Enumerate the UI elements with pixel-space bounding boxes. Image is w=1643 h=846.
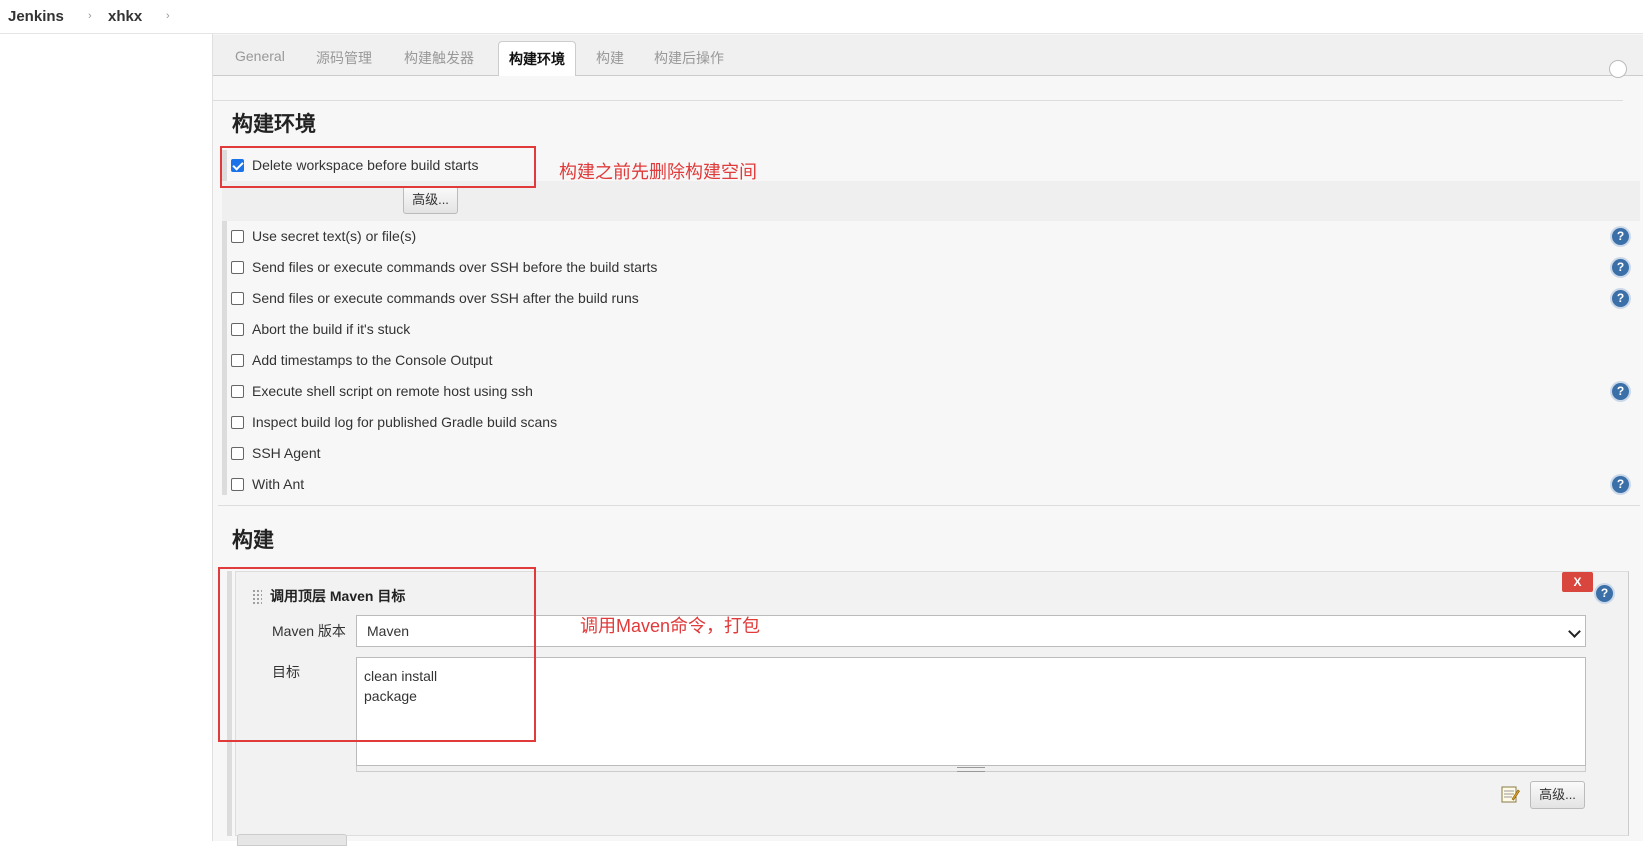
section-title-build: 构建 bbox=[232, 529, 274, 552]
help-icon[interactable]: ? bbox=[1612, 259, 1629, 276]
option-label: Abort the build if it's stuck bbox=[252, 321, 411, 337]
checkbox[interactable] bbox=[231, 260, 244, 274]
help-icon[interactable]: ? bbox=[1612, 290, 1629, 307]
config-tabs: General 源码管理 构建触发器 构建环境 构建 构建后操作 bbox=[213, 35, 1643, 77]
advanced-button[interactable]: 高级... bbox=[1530, 781, 1585, 809]
tab-general[interactable]: General bbox=[235, 48, 285, 64]
option-ssh-agent[interactable]: SSH Agent bbox=[231, 443, 321, 463]
annotation-box-maven bbox=[218, 567, 536, 742]
checkbox[interactable] bbox=[231, 322, 244, 336]
checkbox[interactable] bbox=[231, 415, 244, 429]
option-label: Execute shell script on remote host usin… bbox=[252, 383, 533, 399]
annotation-box-delete-workspace bbox=[220, 146, 536, 188]
breadcrumb-jenkins[interactable]: Jenkins bbox=[8, 8, 64, 25]
checkbox[interactable] bbox=[231, 477, 244, 491]
tab-triggers[interactable]: 构建触发器 bbox=[404, 48, 474, 68]
breadcrumb-job[interactable]: xhkx bbox=[108, 8, 142, 25]
help-icon[interactable] bbox=[1609, 60, 1627, 78]
help-icon[interactable]: ? bbox=[1612, 476, 1629, 493]
annotation-delete-workspace: 构建之前先删除构建空间 bbox=[559, 162, 757, 182]
option-gradle-scans[interactable]: Inspect build log for published Gradle b… bbox=[231, 412, 557, 432]
goals-textarea[interactable]: clean install package bbox=[356, 657, 1586, 766]
checkbox[interactable] bbox=[231, 446, 244, 460]
section-divider bbox=[218, 505, 1640, 506]
option-label: SSH Agent bbox=[252, 445, 321, 461]
add-build-step-button[interactable] bbox=[237, 834, 347, 846]
breadcrumb-separator-icon: › bbox=[88, 10, 92, 22]
maven-version-select[interactable]: Maven bbox=[356, 615, 1586, 647]
option-secret-text[interactable]: Use secret text(s) or file(s) bbox=[231, 226, 416, 246]
previous-section-tail bbox=[213, 76, 1623, 101]
help-icon[interactable]: ? bbox=[1612, 383, 1629, 400]
option-label: Add timestamps to the Console Output bbox=[252, 352, 493, 368]
notepad-icon[interactable] bbox=[1500, 784, 1520, 804]
breadcrumb: Jenkins › xhkx › bbox=[0, 0, 1643, 34]
tab-post-build[interactable]: 构建后操作 bbox=[654, 48, 724, 68]
tab-build-environment[interactable]: 构建环境 bbox=[498, 41, 576, 77]
annotation-maven: 调用Maven命令，打包 bbox=[580, 616, 761, 636]
option-remote-shell[interactable]: Execute shell script on remote host usin… bbox=[231, 381, 533, 401]
help-icon[interactable]: ? bbox=[1596, 585, 1613, 602]
advanced-button[interactable]: 高级... bbox=[403, 186, 458, 214]
checkbox[interactable] bbox=[231, 291, 244, 305]
option-ssh-before[interactable]: Send files or execute commands over SSH … bbox=[231, 257, 657, 277]
option-label: Use secret text(s) or file(s) bbox=[252, 228, 417, 244]
checkbox[interactable] bbox=[231, 229, 244, 243]
option-timestamps[interactable]: Add timestamps to the Console Output bbox=[231, 350, 492, 370]
option-label: Send files or execute commands over SSH … bbox=[252, 259, 658, 275]
breadcrumb-separator-icon[interactable]: › bbox=[166, 10, 170, 22]
option-label: Send files or execute commands over SSH … bbox=[252, 290, 639, 306]
chevron-down-icon bbox=[1568, 625, 1581, 638]
option-with-ant[interactable]: With Ant bbox=[231, 474, 304, 494]
section-title-build-env: 构建环境 bbox=[232, 113, 316, 136]
checkbox[interactable] bbox=[231, 353, 244, 367]
tab-build[interactable]: 构建 bbox=[596, 48, 624, 68]
tab-scm[interactable]: 源码管理 bbox=[316, 48, 372, 68]
delete-step-button[interactable]: X bbox=[1562, 572, 1593, 592]
checkbox[interactable] bbox=[231, 384, 244, 398]
option-ssh-after[interactable]: Send files or execute commands over SSH … bbox=[231, 288, 639, 308]
textarea-resize-bar[interactable] bbox=[356, 766, 1586, 772]
help-icon[interactable]: ? bbox=[1612, 228, 1629, 245]
option-label: Inspect build log for published Gradle b… bbox=[252, 414, 558, 430]
option-abort-stuck[interactable]: Abort the build if it's stuck bbox=[231, 319, 410, 339]
option-label: With Ant bbox=[252, 476, 305, 492]
left-sidebar bbox=[0, 34, 213, 841]
